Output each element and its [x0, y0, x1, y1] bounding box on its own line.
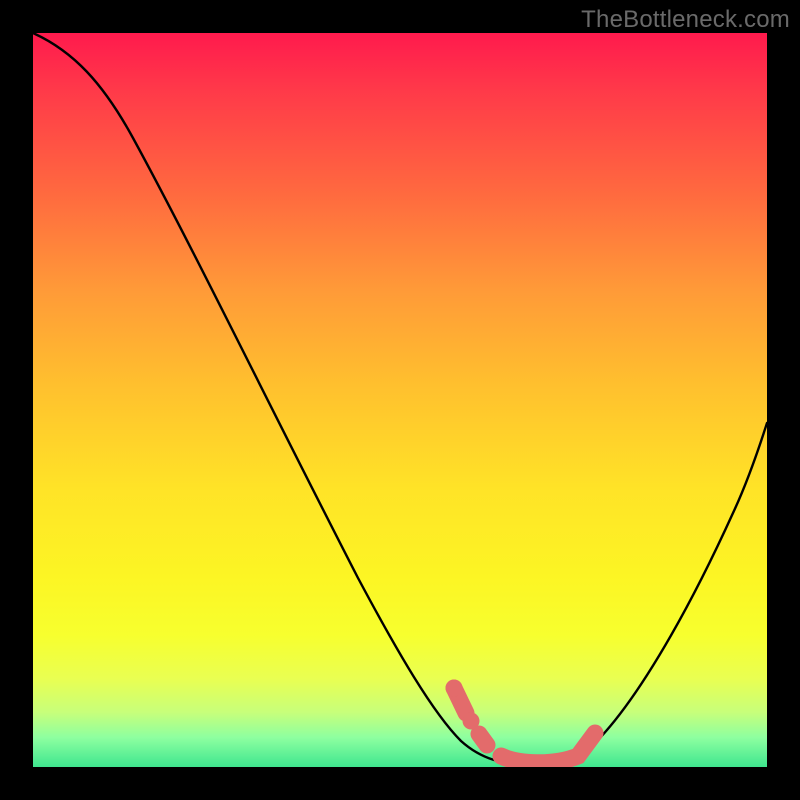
highlight-dot-icon	[446, 680, 463, 697]
watermark-text: TheBottleneck.com	[581, 6, 790, 34]
curve-layer	[33, 33, 767, 767]
chart-frame: TheBottleneck.com	[0, 0, 800, 800]
plot-area	[33, 33, 767, 767]
highlight-dot-icon	[463, 713, 480, 730]
bottleneck-curve	[33, 33, 767, 765]
